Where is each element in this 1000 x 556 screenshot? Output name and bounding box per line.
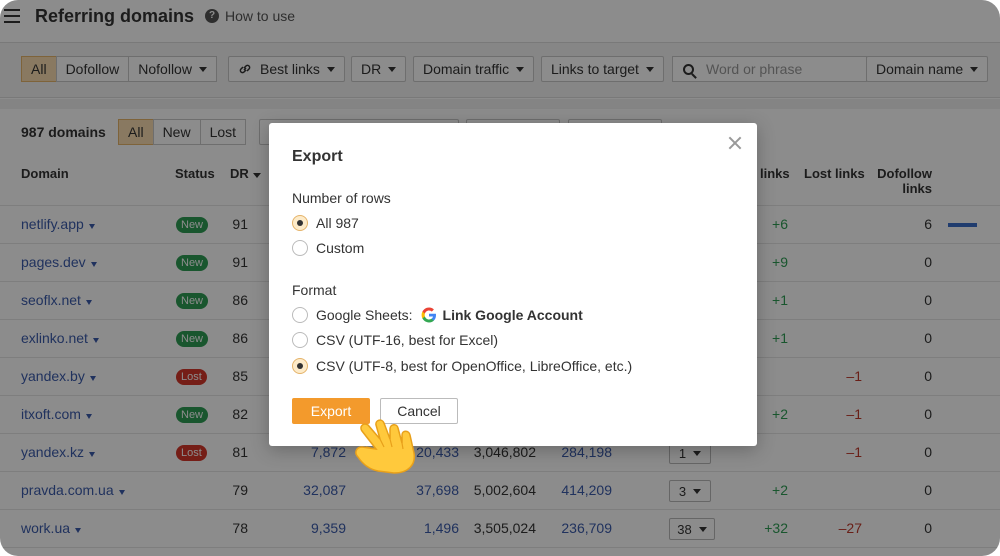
radio[interactable] [292, 332, 308, 348]
dialog-title: Export [292, 148, 343, 165]
rows-option-all[interactable]: All 987 [292, 215, 359, 231]
format-google-sheets[interactable]: Google Sheets: Link Google Account [292, 307, 583, 323]
app-frame: Referring domains ? How to use All Dofol… [0, 0, 1000, 556]
radio[interactable] [292, 240, 308, 256]
export-dialog: Export Number of rows All 987 Custom For… [269, 123, 757, 446]
link-google-account[interactable]: Link Google Account [443, 307, 583, 323]
csv16-label: CSV (UTF-16, best for Excel) [316, 332, 499, 348]
radio-selected[interactable] [292, 358, 308, 374]
pointer-hand-icon [355, 419, 416, 474]
rows-option-all-label: All 987 [316, 215, 359, 231]
radio-selected[interactable] [292, 215, 308, 231]
csv8-label: CSV (UTF-8, best for OpenOffice, LibreOf… [316, 358, 633, 374]
radio[interactable] [292, 307, 308, 323]
google-icon [421, 307, 436, 323]
google-sheets-label: Google Sheets: [316, 307, 413, 323]
rows-label: Number of rows [292, 190, 391, 206]
close-icon[interactable] [727, 135, 743, 151]
rows-option-custom[interactable]: Custom [292, 240, 364, 256]
format-label: Format [292, 282, 337, 298]
rows-option-custom-label: Custom [316, 240, 365, 256]
format-csv16[interactable]: CSV (UTF-16, best for Excel) [292, 332, 498, 348]
format-csv8[interactable]: CSV (UTF-8, best for OpenOffice, LibreOf… [292, 358, 632, 374]
